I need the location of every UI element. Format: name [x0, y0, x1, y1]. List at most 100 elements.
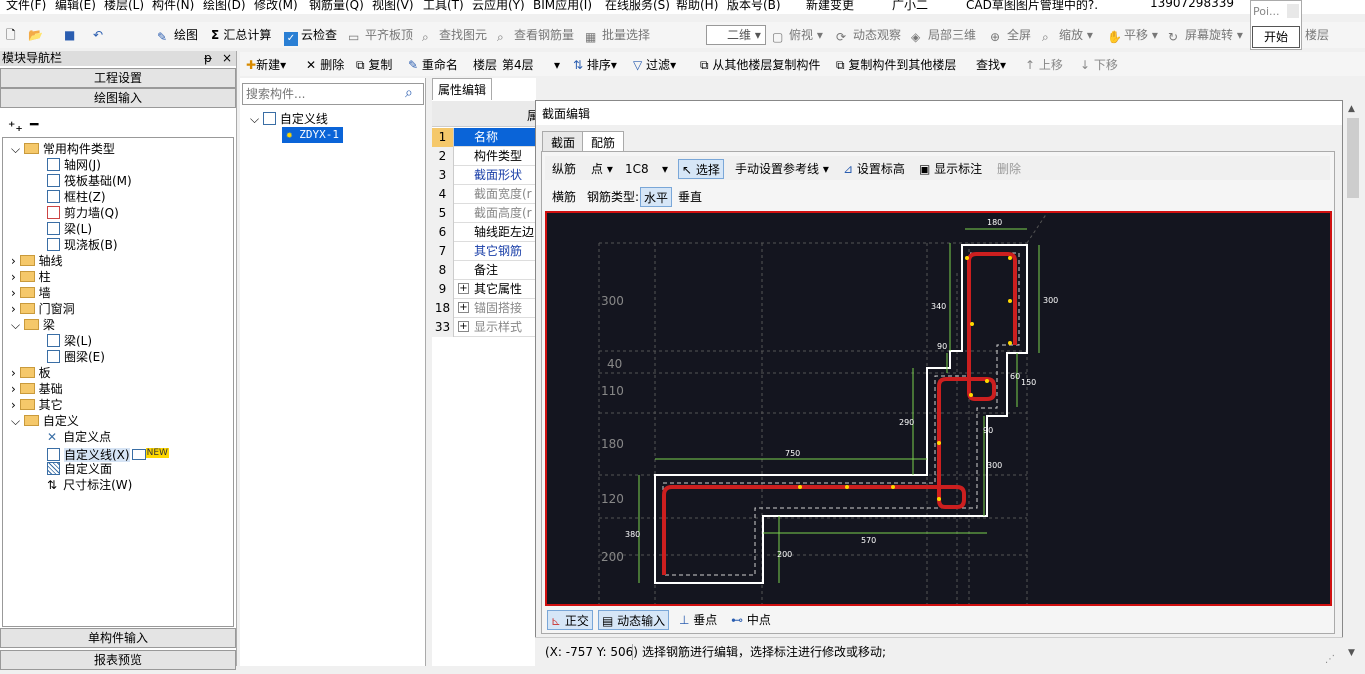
scroll-thumb[interactable] [1347, 118, 1359, 198]
scroll-up-icon[interactable]: ▲ [1348, 104, 1355, 114]
tab-section[interactable]: 截面 [542, 131, 585, 153]
new-change-menu[interactable]: 新建变更 [806, 0, 854, 13]
menu-floor[interactable]: 楼层(L) [104, 0, 144, 13]
close-icon[interactable]: × [222, 51, 232, 66]
menu-help[interactable]: 帮助(H) [676, 0, 718, 13]
property-row[interactable]: 9 + 其它属性 [432, 280, 536, 299]
dimension-label[interactable]: 200 [777, 550, 792, 559]
phone-number[interactable]: 13907298339 [1150, 0, 1234, 10]
level-slab-button[interactable]: ▭ 平齐板顶 [348, 26, 413, 44]
popup-input[interactable]: Poi... [1253, 3, 1289, 21]
rename-button[interactable]: ✎ 重命名 [408, 56, 458, 74]
list-node-custom-line[interactable]: ⌵ 自定义线 [250, 111, 328, 127]
expand-arrow-icon[interactable]: › [11, 254, 20, 268]
list-item-selected[interactable]: ✹ ZDYX-1 [282, 127, 343, 143]
delete-component-button[interactable]: ✕ 删除 [306, 56, 344, 74]
dimension-label[interactable]: 300 [1043, 296, 1058, 305]
property-row[interactable]: 8 备注 [432, 261, 536, 280]
top-view-button[interactable]: ▢ 俯视 ▾ [772, 26, 823, 44]
menu-online[interactable]: 在线服务(S) [605, 0, 670, 13]
delete-rebar-button[interactable]: 删除 [997, 159, 1021, 179]
search-box[interactable]: ⌕ [242, 83, 424, 105]
menu-view[interactable]: 视图(V) [372, 0, 414, 13]
view-rebar-button[interactable]: ⌕ 查看钢筋量 [497, 26, 574, 44]
menu-draw[interactable]: 绘图(D) [203, 0, 246, 13]
dimension-label[interactable]: 300 [987, 461, 1002, 470]
property-row[interactable]: 5 截面高度(r [432, 204, 536, 223]
expand-arrow-icon[interactable]: › [11, 366, 20, 380]
manual-reference-button[interactable]: 手动设置参考线 ▾ [735, 159, 829, 179]
fullscreen-button[interactable]: ⊕ 全屏 [990, 26, 1031, 44]
move-down-button[interactable]: ↓ 下移 [1080, 56, 1118, 74]
search-icon[interactable]: ⌕ [405, 85, 413, 101]
tree-item-frame-column[interactable]: 框柱(Z) [47, 189, 106, 205]
vertical-button[interactable]: 垂直 [678, 187, 702, 207]
horizontal-button[interactable]: 水平 [640, 187, 673, 207]
menu-version[interactable]: 版本号(B) [727, 0, 781, 13]
tree-item-custom-face[interactable]: 自定义面 [47, 461, 112, 477]
copy-to-floor-button[interactable]: ⧉ 复制构件到其他楼层 [836, 56, 956, 74]
collapse-arrow-icon[interactable]: ⌵ [11, 414, 24, 428]
tree-item-shear-wall[interactable]: 剪力墙(Q) [47, 205, 119, 221]
find-element-button[interactable]: ⌕ 查找图元 [422, 26, 487, 44]
tree-node-custom[interactable]: ⌵ 自定义 [11, 413, 79, 429]
move-up-button[interactable]: ↑ 上移 [1025, 56, 1063, 74]
tree-node-foundation[interactable]: › 基础 [11, 381, 63, 397]
section-drawing-canvas[interactable]: 300 40 110 180 120 200 180 340 300 90 15… [545, 211, 1332, 606]
menu-file[interactable]: 文件(F) [6, 0, 46, 13]
collapse-all-icon[interactable]: ━ [30, 117, 38, 133]
floor-button[interactable]: 楼层 [1305, 26, 1329, 44]
dimension-label[interactable]: 380 [625, 530, 640, 539]
tree-node-slab[interactable]: › 板 [11, 365, 51, 381]
local-3d-button[interactable]: ◈ 局部三维 [911, 26, 976, 44]
tree-node-common[interactable]: ⌵ 常用构件类型 [11, 141, 115, 157]
set-elevation-button[interactable]: ⊿ 设置标高 [843, 159, 905, 179]
menu-tools[interactable]: 工具(T) [423, 0, 464, 13]
section-outline[interactable] [654, 244, 1028, 584]
tree-node-beam[interactable]: ⌵ 梁 [11, 317, 55, 333]
tab-rebar[interactable]: 配筋 [582, 131, 625, 153]
property-row[interactable]: 4 截面宽度(r [432, 185, 536, 204]
dimension-label[interactable]: 340 [931, 302, 946, 311]
start-button[interactable]: 开始 [1252, 26, 1300, 48]
zoom-button[interactable]: ⌕ 缩放 ▾ [1042, 26, 1093, 44]
property-row[interactable]: 7 其它钢筋 [432, 242, 536, 261]
expand-arrow-icon[interactable]: › [11, 382, 20, 396]
dynamic-view-button[interactable]: ⟳ 动态观察 [836, 26, 901, 44]
new-component-button[interactable]: ✚新建▾ [246, 56, 286, 74]
menu-rebar-qty[interactable]: 钢筋量(Q) [309, 0, 364, 13]
dimension-label[interactable]: 290 [899, 418, 914, 427]
point-select[interactable]: 点 ▾ [591, 159, 613, 179]
tree-item-axisnet[interactable]: 轴网(J) [47, 157, 101, 173]
dynamic-input-toggle[interactable]: ▤ 动态输入 [598, 610, 670, 630]
property-row[interactable]: 18 + 锚固搭接 [432, 299, 536, 318]
tree-node-wall[interactable]: › 墙 [11, 285, 51, 301]
report-preview-button[interactable]: 报表预览 [0, 650, 236, 670]
expand-arrow-icon[interactable]: › [11, 302, 20, 316]
project-settings-button[interactable]: 工程设置 [0, 68, 236, 88]
new-file-icon[interactable]: 🗋 [6, 26, 16, 44]
tree-item-custom-point[interactable]: ✕ 自定义点 [47, 429, 111, 445]
ortho-toggle[interactable]: ⊾ 正交 [547, 610, 593, 630]
collapse-arrow-icon[interactable]: ⌵ [11, 142, 24, 156]
dimension-label[interactable]: 180 [987, 218, 1002, 227]
scroll-down-icon[interactable]: ▼ [1348, 648, 1355, 658]
resize-grip-icon[interactable]: ⋰ [1325, 646, 1335, 674]
rebar-spec-select[interactable]: 1C8 ▾ [625, 159, 669, 179]
expand-arrow-icon[interactable]: › [11, 286, 20, 300]
save-icon[interactable]: ■ [64, 26, 75, 44]
tree-item-raft[interactable]: 筏板基础(M) [47, 173, 132, 189]
tree-node-axis[interactable]: › 轴线 [11, 253, 63, 269]
find-button[interactable]: 查找▾ [976, 56, 1006, 74]
expand-arrow-icon[interactable]: › [11, 398, 20, 412]
drawing-input-button[interactable]: 绘图输入 [0, 88, 236, 108]
expand-all-icon[interactable]: ⁺₊ [8, 119, 23, 135]
show-annotation-button[interactable]: ▣ 显示标注 [919, 159, 982, 179]
tree-item-beam-common[interactable]: 梁(L) [47, 221, 92, 237]
tree-item-custom-line[interactable]: 自定义线(X) NEW [47, 445, 169, 462]
midpoint-snap[interactable]: ⊷ 中点 [731, 610, 771, 630]
tree-item-beam[interactable]: 梁(L) [47, 333, 92, 349]
tree-node-column[interactable]: › 柱 [11, 269, 51, 285]
dimension-label[interactable]: 60 [1010, 372, 1020, 381]
dimension-label[interactable]: 750 [785, 449, 800, 458]
